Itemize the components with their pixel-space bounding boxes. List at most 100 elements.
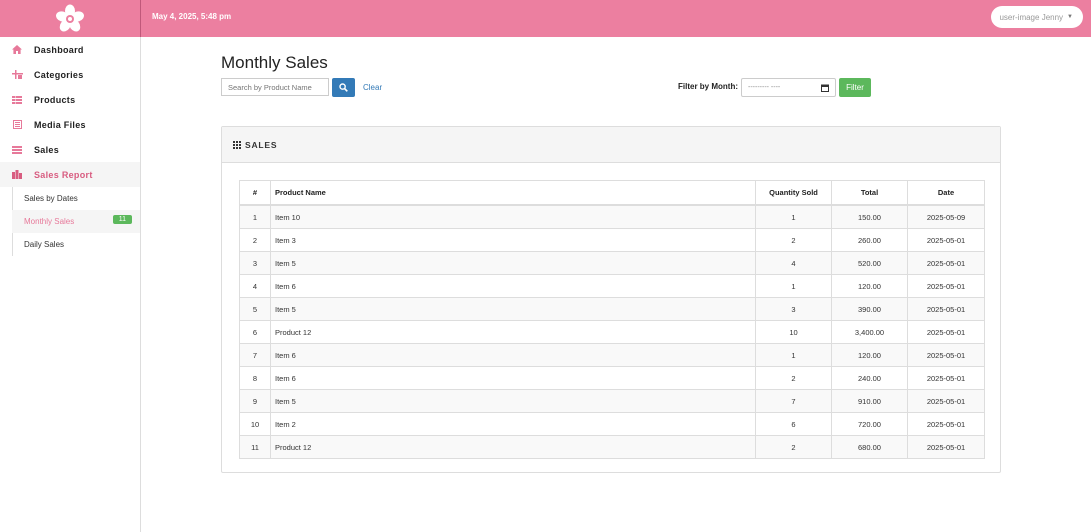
logo[interactable]	[0, 0, 141, 37]
panel-heading: SALES	[222, 127, 1000, 163]
total-cell: 260.00	[831, 228, 908, 252]
current-datetime: May 4, 2025, 5:48 pm	[152, 12, 232, 21]
monthly-sales-count-badge: 11	[112, 215, 132, 224]
user-menu-toggle[interactable]: user-image Jenny ▼	[991, 6, 1083, 28]
row-number-cell: 10	[239, 412, 271, 436]
date-cell: 2025-05-09	[907, 204, 985, 229]
quantity-sold-cell: 2	[755, 228, 832, 252]
quantity-sold-cell: 3	[755, 297, 832, 321]
products-grid-icon	[10, 95, 24, 104]
product-name-cell: Item 5	[270, 251, 756, 275]
sidebar-item-label: Dashboard	[34, 44, 84, 55]
sidebar-item-label: Products	[34, 94, 76, 105]
row-number-cell: 8	[239, 366, 271, 390]
date-cell: 2025-05-01	[907, 320, 985, 344]
page-title: Monthly Sales	[221, 53, 328, 72]
date-cell: 2025-05-01	[907, 274, 985, 298]
quantity-sold-cell: 1	[755, 274, 832, 298]
row-number-cell: 3	[239, 251, 271, 275]
column-header: Total	[831, 180, 908, 206]
table-row: 11 Product 12 2 680.00 2025-05-01	[239, 435, 985, 459]
row-number-cell: 11	[239, 435, 271, 459]
submenu-item-label: Monthly Sales	[24, 217, 75, 226]
clear-link[interactable]: Clear	[363, 83, 382, 92]
table-row: 7 Item 6 1 120.00 2025-05-01	[239, 343, 985, 367]
sidebar-item-sales-report[interactable]: Sales Report	[0, 162, 140, 187]
product-name-cell: Item 5	[270, 389, 756, 413]
product-name-cell: Item 5	[270, 297, 756, 321]
table-row: 5 Item 5 3 390.00 2025-05-01	[239, 297, 985, 321]
product-name-cell: Item 6	[270, 366, 756, 390]
sidebar-item-dashboard[interactable]: Dashboard	[0, 37, 140, 62]
filter-by-month-label: Filter by Month:	[678, 82, 738, 91]
date-cell: 2025-05-01	[907, 412, 985, 436]
table-row: 4 Item 6 1 120.00 2025-05-01	[239, 274, 985, 298]
product-name-cell: Item 10	[270, 204, 756, 229]
th-grid-icon	[233, 140, 241, 149]
date-cell: 2025-05-01	[907, 389, 985, 413]
product-name-cell: Product 12	[270, 435, 756, 459]
product-name-cell: Product 12	[270, 320, 756, 344]
user-name: Jenny	[1041, 12, 1064, 22]
table-row: 9 Item 5 7 910.00 2025-05-01	[239, 389, 985, 413]
row-number-cell: 4	[239, 274, 271, 298]
sidebar-item-label: Sales Report	[34, 169, 93, 180]
total-cell: 680.00	[831, 435, 908, 459]
column-header: Date	[907, 180, 985, 206]
column-header: Quantity Sold	[755, 180, 832, 206]
sidebar-item-sales[interactable]: Sales	[0, 137, 140, 162]
submenu-item-sales-by-dates[interactable]: Sales by Dates	[13, 187, 140, 210]
sidebar-item-label: Media Files	[34, 119, 86, 130]
caret-down-icon: ▼	[1067, 14, 1073, 20]
sidebar-item-products[interactable]: Products	[0, 87, 140, 112]
quantity-sold-cell: 6	[755, 412, 832, 436]
column-header: #	[239, 180, 271, 206]
submenu-item-daily-sales[interactable]: Daily Sales	[13, 233, 140, 256]
sidebar-item-media-files[interactable]: Media Files	[0, 112, 140, 137]
submenu-item-monthly-sales[interactable]: Monthly Sales 11	[12, 210, 140, 233]
table-header-row: # Product Name Quantity Sold Total Date	[239, 180, 985, 206]
total-cell: 120.00	[831, 343, 908, 367]
date-cell: 2025-05-01	[907, 366, 985, 390]
quantity-sold-cell: 1	[755, 204, 832, 229]
sidebar-item-categories[interactable]: Categories	[0, 62, 140, 87]
table-row: 2 Item 3 2 260.00 2025-05-01	[239, 228, 985, 252]
product-name-cell: Item 6	[270, 343, 756, 367]
media-files-icon	[10, 120, 24, 129]
total-cell: 120.00	[831, 274, 908, 298]
search-input[interactable]	[221, 78, 329, 96]
date-cell: 2025-05-01	[907, 297, 985, 321]
product-name-cell: Item 6	[270, 274, 756, 298]
date-cell: 2025-05-01	[907, 435, 985, 459]
submenu-item-label: Daily Sales	[24, 240, 65, 249]
table-row: 1 Item 10 1 150.00 2025-05-09	[239, 204, 985, 229]
total-cell: 910.00	[831, 389, 908, 413]
column-header: Product Name	[270, 180, 756, 206]
table-row: 6 Product 12 10 3,400.00 2025-05-01	[239, 320, 985, 344]
product-name-cell: Item 2	[270, 412, 756, 436]
sidebar: Dashboard Categories Products Media File…	[0, 37, 141, 532]
sales-report-submenu: Sales by Dates Monthly Sales 11 Daily Sa…	[12, 187, 140, 256]
sales-list-icon	[10, 145, 24, 154]
row-number-cell: 2	[239, 228, 271, 252]
table-row: 8 Item 6 2 240.00 2025-05-01	[239, 366, 985, 390]
calendar-icon	[821, 84, 829, 92]
product-name-cell: Item 3	[270, 228, 756, 252]
date-cell: 2025-05-01	[907, 343, 985, 367]
row-number-cell: 5	[239, 297, 271, 321]
sidebar-item-label: Sales	[34, 144, 60, 155]
date-cell: 2025-05-01	[907, 228, 985, 252]
month-input-value: --------- ----	[748, 84, 781, 91]
report-icon	[10, 170, 24, 179]
sales-panel: SALES # Product Name Quantity Sold Total…	[221, 126, 1001, 473]
total-cell: 150.00	[831, 204, 908, 229]
search-button[interactable]	[332, 78, 355, 97]
table-row: 3 Item 5 4 520.00 2025-05-01	[239, 251, 985, 275]
sales-table: # Product Name Quantity Sold Total Date …	[239, 180, 985, 459]
total-cell: 390.00	[831, 297, 908, 321]
quantity-sold-cell: 7	[755, 389, 832, 413]
row-number-cell: 9	[239, 389, 271, 413]
filter-button[interactable]: Filter	[839, 78, 871, 97]
total-cell: 240.00	[831, 366, 908, 390]
month-input[interactable]: --------- ----	[741, 78, 836, 97]
